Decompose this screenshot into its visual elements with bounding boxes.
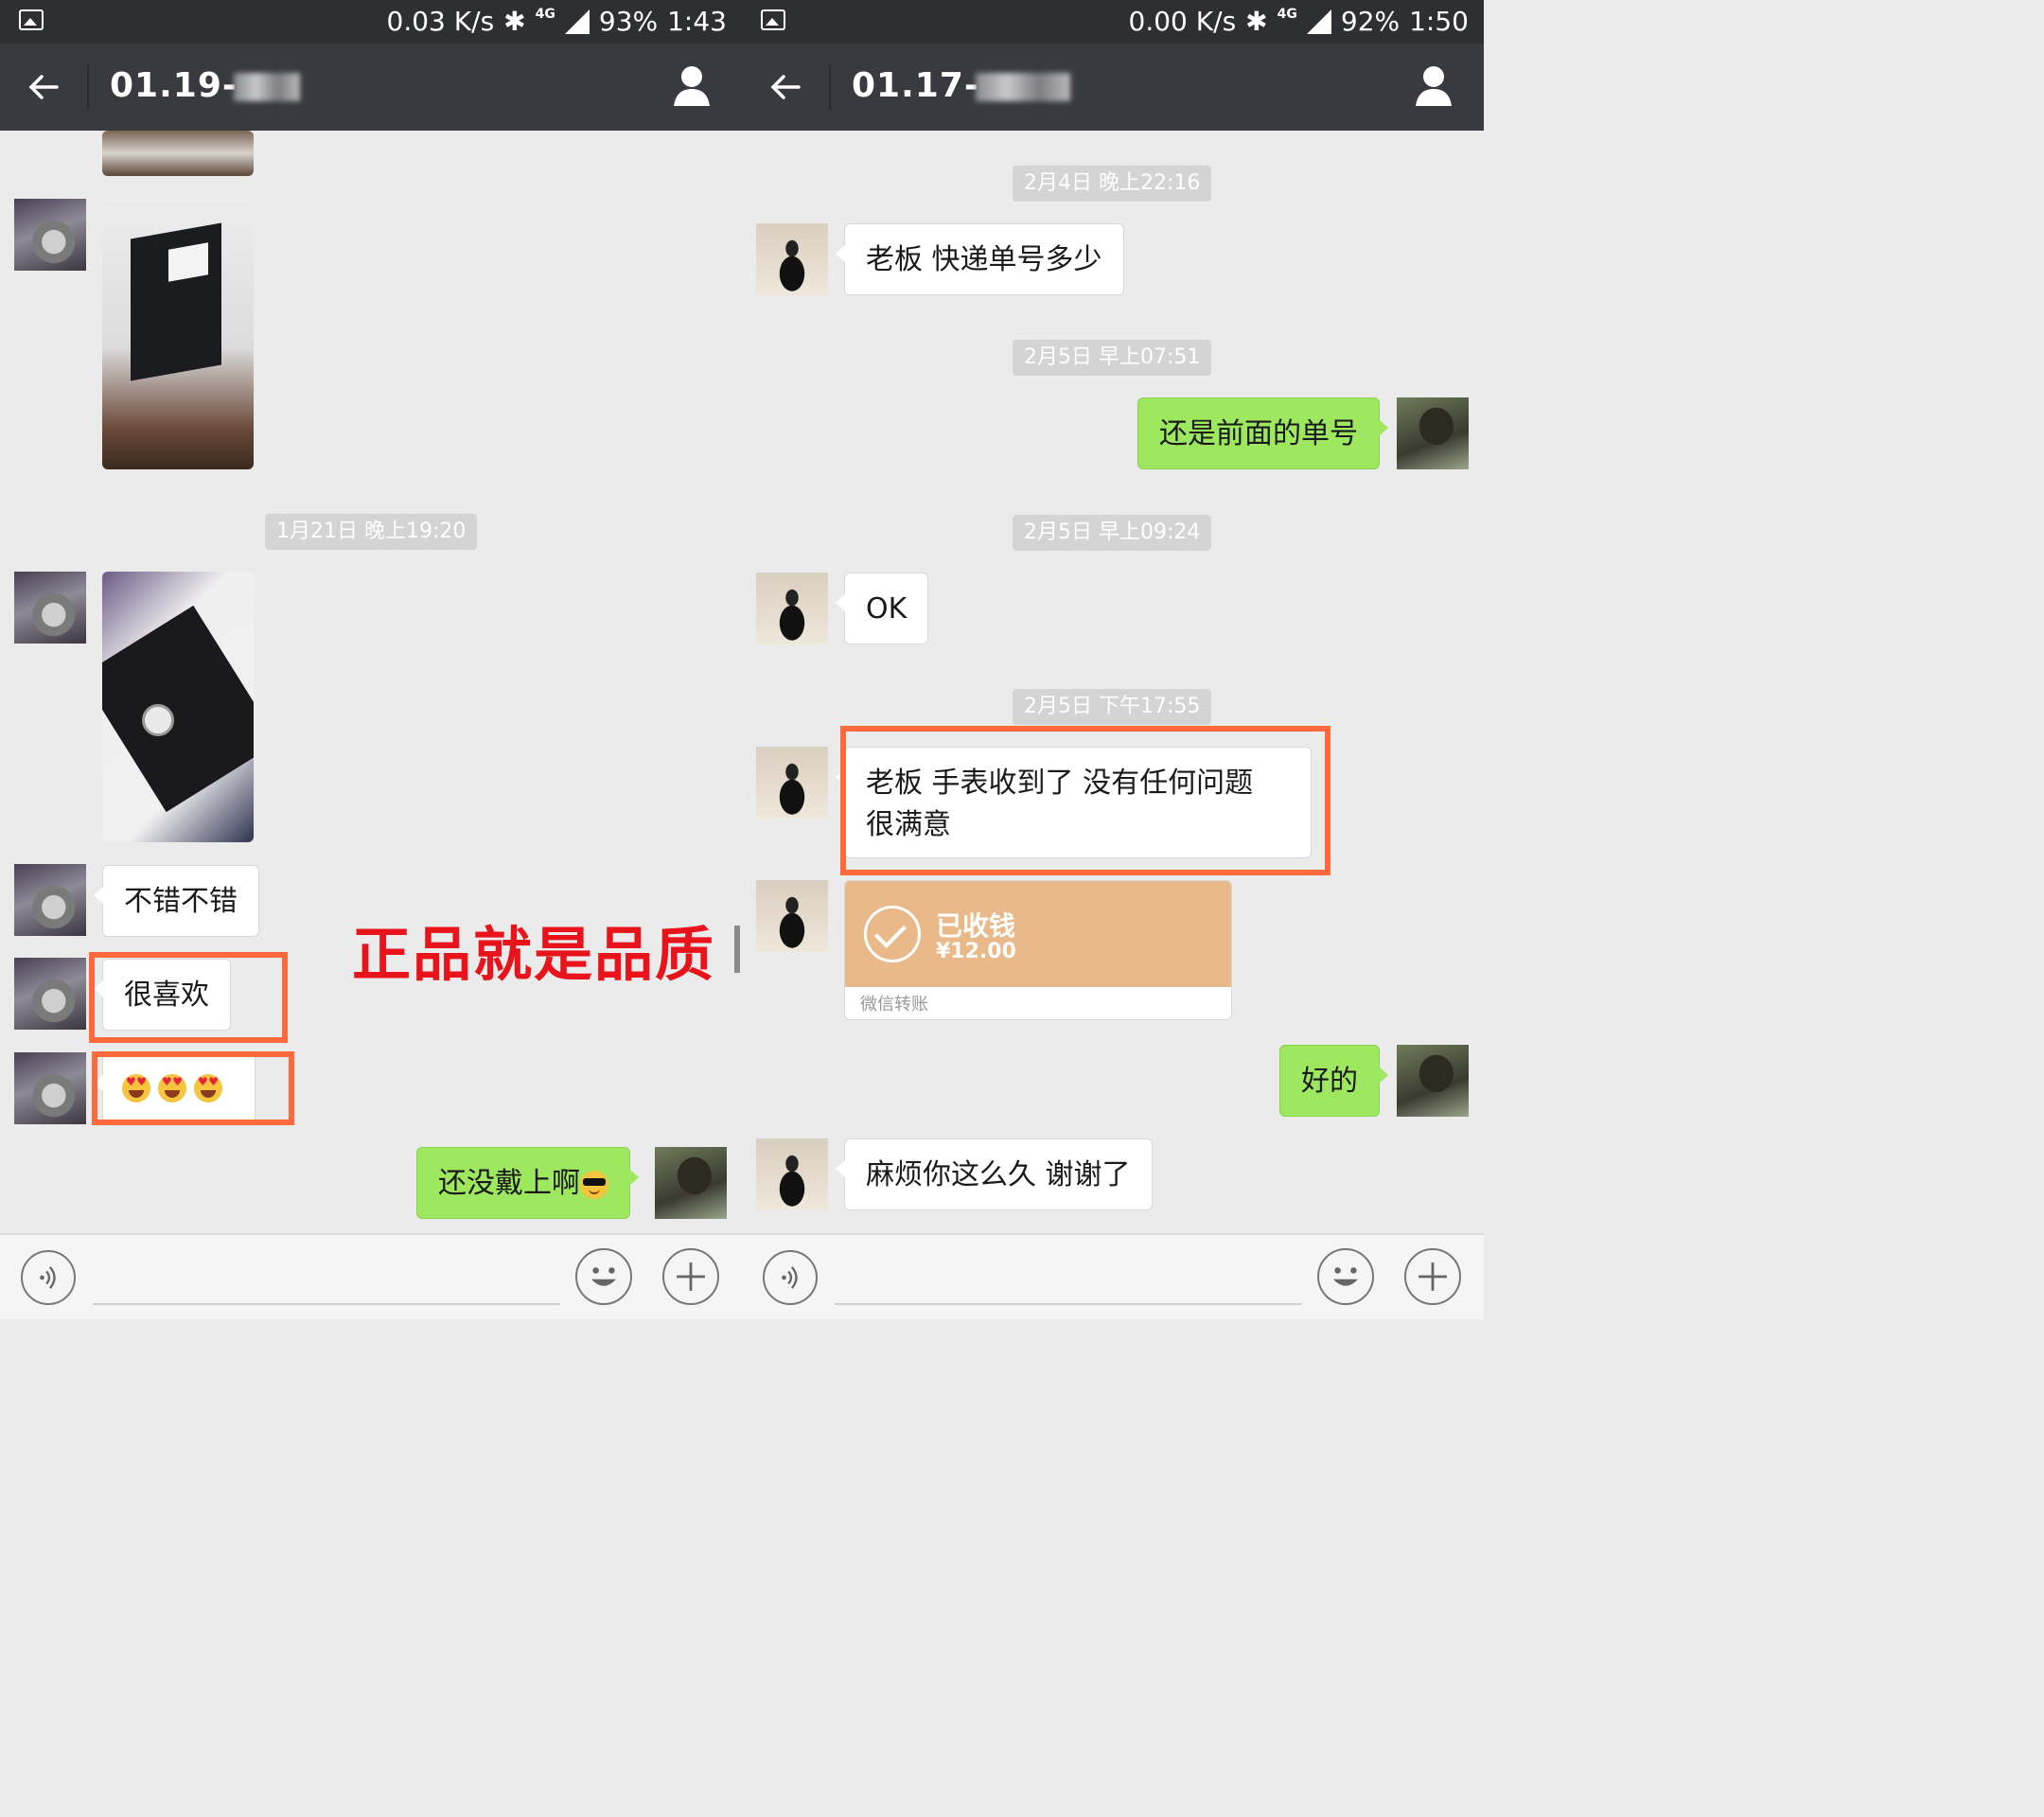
input-bar: [742, 1233, 1484, 1319]
left-chat-screen: 0.03 K/s ✱ 4G 93% 1:43 01.19- 1月21日 晚上19…: [0, 0, 742, 1319]
voice-icon[interactable]: [763, 1250, 818, 1305]
contact-avatar[interactable]: [14, 1052, 86, 1124]
contact-avatar[interactable]: [14, 864, 86, 936]
battery-level: 92%: [1340, 6, 1401, 37]
contact-avatar[interactable]: [756, 747, 828, 819]
transfer-status: 已收钱: [936, 910, 1016, 942]
network-speed: 0.00 K/s: [1128, 6, 1237, 37]
network-type: 4G: [535, 7, 555, 22]
highlight-box: [89, 952, 288, 1043]
my-avatar[interactable]: [655, 1147, 727, 1219]
back-arrow-icon[interactable]: [768, 70, 802, 104]
photo-message-watch-open[interactable]: [102, 572, 254, 842]
chat-title-bar: 01.19-: [0, 44, 742, 131]
photo-message-partial[interactable]: [102, 131, 254, 176]
sunglasses-emoji-icon: [580, 1170, 608, 1199]
profile-icon[interactable]: [672, 64, 712, 108]
message-input[interactable]: [93, 1303, 560, 1305]
input-bar: [0, 1233, 742, 1319]
promo-caption: 正品就是品质: [352, 924, 716, 988]
title-separator: [829, 64, 831, 110]
back-arrow-icon[interactable]: [26, 70, 61, 104]
transfer-amount: ¥12.00: [936, 940, 1016, 963]
message-bubble-incoming[interactable]: 老板 快递单号多少: [836, 223, 1124, 295]
timestamp: 2月5日 早上09:24: [1013, 515, 1212, 551]
blurred-name: [975, 73, 1070, 101]
network-type: 4G: [1277, 7, 1297, 22]
message-text: 还没戴上啊: [438, 1167, 580, 1200]
message-input[interactable]: [835, 1303, 1302, 1305]
clock-time: 1:43: [667, 6, 727, 37]
wechat-transfer-card[interactable]: 已收钱 ¥12.00 微信转账: [844, 880, 1232, 1020]
title-separator: [87, 64, 89, 110]
timestamp: 2月4日 晚上22:16: [1013, 166, 1212, 202]
clock-time: 1:50: [1409, 6, 1469, 37]
contact-avatar[interactable]: [14, 958, 86, 1030]
status-right: 0.00 K/s ✱ 4G 92% 1:50: [1129, 6, 1469, 38]
image-notification-icon: [19, 9, 44, 30]
blurred-name: [233, 73, 300, 101]
message-bubble-outgoing[interactable]: 好的: [1279, 1045, 1388, 1117]
chat-title-bar: 01.17-: [742, 44, 1484, 131]
status-bar: 0.03 K/s ✱ 4G 93% 1:43: [0, 0, 742, 44]
contact-avatar[interactable]: [756, 223, 828, 295]
checkmark-icon: [864, 906, 921, 962]
highlight-box: [92, 1051, 294, 1125]
timestamp: 1月21日 晚上19:20: [265, 514, 478, 550]
profile-icon[interactable]: [1414, 64, 1454, 108]
network-speed: 0.03 K/s: [386, 6, 495, 37]
timestamp: 2月5日 早上07:51: [1013, 340, 1212, 376]
chat-title: 01.19-: [110, 66, 300, 105]
contact-avatar[interactable]: [756, 1138, 828, 1210]
message-bubble-incoming[interactable]: OK: [835, 573, 929, 644]
image-notification-icon: [761, 9, 785, 30]
right-chat-screen: 0.00 K/s ✱ 4G 92% 1:50 01.17- 2月4日 晚上22:…: [742, 0, 1484, 1319]
message-bubble-incoming[interactable]: 不错不错: [94, 865, 259, 937]
my-avatar[interactable]: [1397, 397, 1469, 469]
status-bar: 0.00 K/s ✱ 4G 92% 1:50: [742, 0, 1484, 44]
message-bubble-outgoing[interactable]: 还是前面的单号: [1137, 397, 1388, 469]
my-avatar[interactable]: [1397, 1045, 1469, 1117]
plus-icon[interactable]: [662, 1248, 719, 1305]
bluetooth-icon: ✱: [503, 6, 526, 37]
chat-title: 01.17-: [852, 66, 1070, 105]
contact-avatar[interactable]: [756, 880, 828, 952]
status-right: 0.03 K/s ✱ 4G 93% 1:43: [387, 6, 727, 38]
contact-avatar[interactable]: [756, 573, 828, 644]
photo-message-watch-box[interactable]: [102, 199, 254, 469]
contact-avatar[interactable]: [14, 572, 86, 644]
emoji-icon[interactable]: [1317, 1248, 1374, 1305]
text-cursor-bar: [734, 926, 740, 973]
voice-icon[interactable]: [21, 1250, 76, 1305]
plus-icon[interactable]: [1404, 1248, 1461, 1305]
message-bubble-incoming[interactable]: 麻烦你这么久 谢谢了: [836, 1138, 1153, 1210]
bluetooth-icon: ✱: [1245, 6, 1268, 37]
transfer-footer: 微信转账: [860, 995, 928, 1014]
contact-avatar[interactable]: [14, 199, 86, 271]
emoji-icon[interactable]: [575, 1248, 632, 1305]
timestamp: 2月5日 下午17:55: [1013, 689, 1212, 725]
highlight-box: [840, 726, 1330, 875]
signal-icon: [1306, 9, 1331, 34]
signal-icon: [564, 9, 590, 34]
message-bubble-outgoing[interactable]: 还没戴上啊: [416, 1147, 639, 1219]
battery-level: 93%: [598, 6, 659, 37]
